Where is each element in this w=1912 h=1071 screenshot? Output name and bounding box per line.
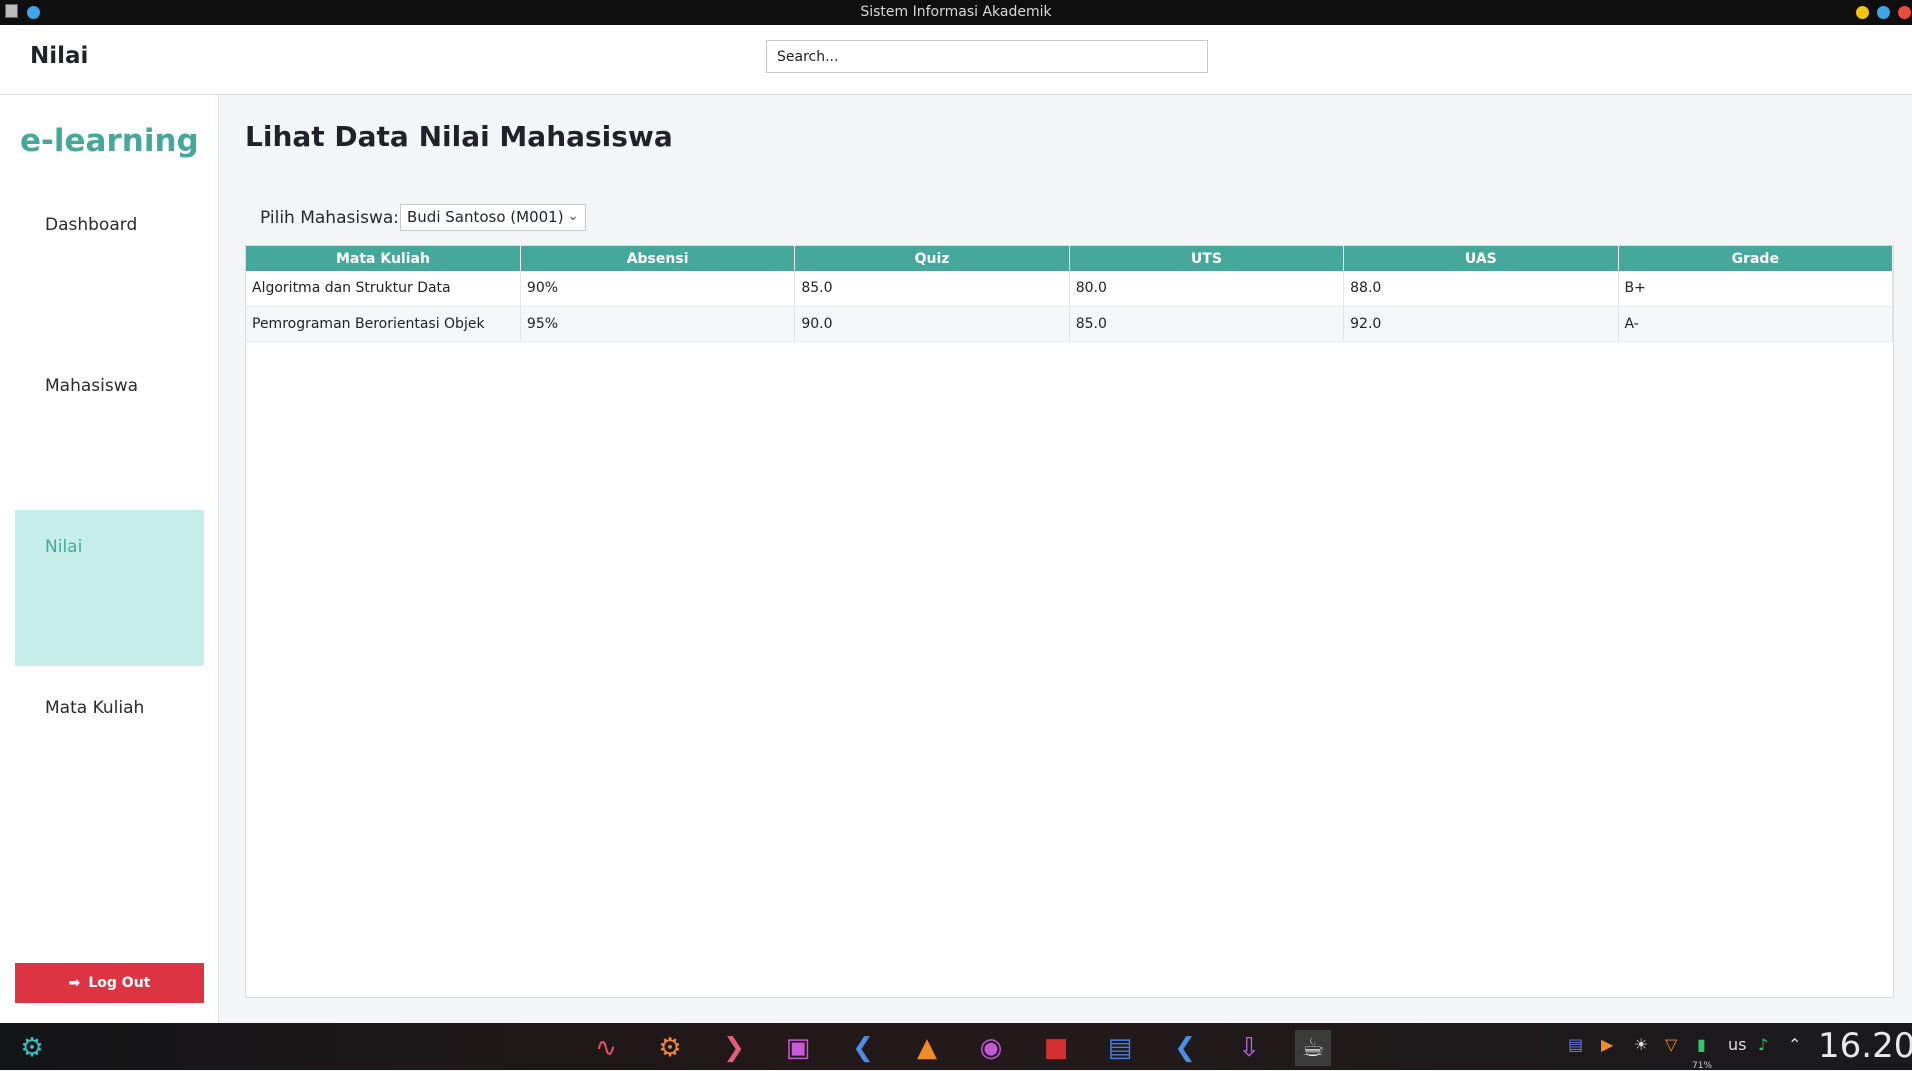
logout-arrow-icon: ➡ xyxy=(68,975,81,991)
column-header[interactable]: UAS xyxy=(1343,246,1619,271)
launcher-icon[interactable]: ⚙ xyxy=(14,1030,50,1066)
close-button[interactable] xyxy=(1898,6,1911,19)
column-header[interactable]: Grade xyxy=(1618,246,1894,271)
keyboard-layout[interactable]: us xyxy=(1728,1035,1746,1054)
clock[interactable]: 16.20 xyxy=(1818,1026,1912,1066)
steam-icon[interactable]: ◉ xyxy=(973,1030,1009,1066)
battery-icon[interactable]: ▮ xyxy=(1697,1035,1706,1054)
window-pin-icon[interactable] xyxy=(27,6,40,19)
sidebar-item-label: Nilai xyxy=(45,537,83,557)
column-header[interactable]: Mata Kuliah xyxy=(246,246,521,271)
page-title: Lihat Data Nilai Mahasiswa xyxy=(245,120,673,153)
student-select-value: Budi Santoso (M001) xyxy=(407,208,564,226)
table-row[interactable]: Algoritma dan Struktur Data 90% 85.0 80.… xyxy=(246,271,1894,307)
logout-label: Log Out xyxy=(88,975,151,991)
vscode-alt-icon[interactable]: ❮ xyxy=(1167,1030,1203,1066)
volume-icon[interactable]: ♪ xyxy=(1758,1035,1768,1054)
java-app-icon[interactable]: ☕ xyxy=(1295,1030,1331,1066)
table-cell: B+ xyxy=(1618,271,1894,307)
table-cell: 95% xyxy=(520,306,796,342)
page-name: Nilai xyxy=(30,43,89,69)
terminal-icon[interactable]: ❯ xyxy=(716,1030,752,1066)
taskbar: ⚙ ∿ ⚙ ❯ ▣ ❮ ▲ ◉ ■ ▤ ❮ ⇩ ☕ ▤ ▶ ☀ ▽ ▮ 71% … xyxy=(0,1023,1912,1071)
media-icon[interactable]: ▶ xyxy=(1601,1035,1613,1054)
table-header-row: Mata Kuliah Absensi Quiz UTS UAS Grade xyxy=(246,246,1894,271)
minimize-button[interactable] xyxy=(1856,6,1869,19)
table-cell: 88.0 xyxy=(1343,271,1619,307)
table-cell: 85.0 xyxy=(1069,306,1345,342)
sidebar-item-mahasiswa[interactable]: Mahasiswa xyxy=(15,349,204,505)
app-icon xyxy=(5,4,18,18)
dota-icon[interactable]: ■ xyxy=(1038,1030,1074,1066)
chevron-down-icon: ⌄ xyxy=(567,208,579,224)
table-cell: A- xyxy=(1618,306,1894,342)
column-header[interactable]: UTS xyxy=(1069,246,1345,271)
downloader-icon[interactable]: ⇩ xyxy=(1231,1030,1267,1066)
wifi-icon[interactable]: ▽ xyxy=(1665,1035,1677,1054)
window-title: Sistem Informasi Akademik xyxy=(860,4,1052,20)
app-header: Nilai xyxy=(0,25,1912,95)
sidebar-item-label: Mahasiswa xyxy=(45,376,139,396)
table-cell: 80.0 xyxy=(1069,271,1345,307)
brave-icon[interactable]: ▲ xyxy=(909,1030,945,1066)
search-input[interactable] xyxy=(766,40,1208,73)
table-row[interactable]: Pemrograman Berorientasi Objek 95% 90.0 … xyxy=(246,306,1894,342)
logout-button[interactable]: ➡ Log Out xyxy=(15,963,204,1003)
grades-table: Mata Kuliah Absensi Quiz UTS UAS Grade A… xyxy=(246,246,1894,342)
sidebar-item-nilai[interactable]: Nilai xyxy=(15,510,204,666)
sidebar-item-dashboard[interactable]: Dashboard xyxy=(15,188,204,344)
table-cell: Pemrograman Berorientasi Objek xyxy=(246,306,521,342)
sidebar-item-label: Mata Kuliah xyxy=(45,698,145,718)
sidebar-item-label: Dashboard xyxy=(45,215,138,235)
grades-table-container: Mata Kuliah Absensi Quiz UTS UAS Grade A… xyxy=(245,245,1894,998)
student-select[interactable]: Budi Santoso (M001) ⌄ xyxy=(400,204,586,231)
settings-icon[interactable]: ⚙ xyxy=(652,1030,688,1066)
column-header[interactable]: Absensi xyxy=(520,246,796,271)
vscode-icon[interactable]: ❮ xyxy=(845,1030,881,1066)
system-monitor-icon[interactable]: ∿ xyxy=(588,1030,624,1066)
clipboard-icon[interactable]: ▤ xyxy=(1568,1035,1583,1054)
window-titlebar: Sistem Informasi Akademik xyxy=(0,0,1912,25)
brightness-icon[interactable]: ☀ xyxy=(1634,1035,1648,1054)
files-icon[interactable]: ▣ xyxy=(780,1030,816,1066)
game-controller-icon[interactable]: ▤ xyxy=(1102,1030,1138,1066)
student-select-label: Pilih Mahasiswa: xyxy=(260,208,399,228)
column-header[interactable]: Quiz xyxy=(794,246,1070,271)
sidebar: e-learning Dashboard Mahasiswa Nilai Mat… xyxy=(0,95,219,1023)
table-cell: Algoritma dan Struktur Data xyxy=(246,271,521,307)
expand-tray-icon[interactable]: ⌃ xyxy=(1788,1035,1801,1054)
brand-logo: e-learning xyxy=(20,123,199,159)
table-cell: 90.0 xyxy=(794,306,1070,342)
table-cell: 92.0 xyxy=(1343,306,1619,342)
sidebar-item-mata-kuliah[interactable]: Mata Kuliah xyxy=(15,671,204,827)
maximize-button[interactable] xyxy=(1877,6,1890,19)
table-cell: 85.0 xyxy=(794,271,1070,307)
table-cell: 90% xyxy=(520,271,796,307)
